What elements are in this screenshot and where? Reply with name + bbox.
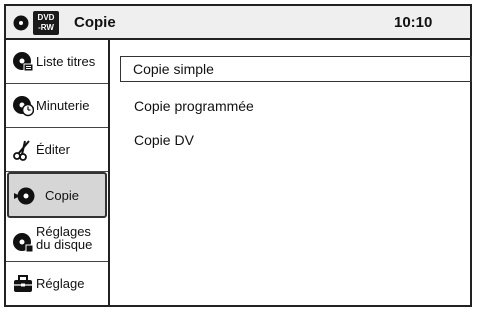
sidebar-item-copie[interactable]: Copie bbox=[7, 172, 107, 218]
sidebar-item-label: Réglages du disque bbox=[36, 225, 92, 251]
menu-item-label: Copie DV bbox=[134, 132, 194, 148]
page-title: Copie bbox=[74, 14, 116, 31]
sidebar-item-label: Copie bbox=[45, 188, 79, 203]
badge-line1: DVD bbox=[37, 13, 55, 22]
timer-icon bbox=[13, 96, 34, 117]
dvd-menu-screen: DVD -RW Copie 10:10 Liste titres Minuter… bbox=[4, 4, 472, 307]
header-bar: DVD -RW Copie 10:10 bbox=[6, 6, 470, 40]
disc-settings-icon bbox=[13, 233, 34, 253]
menu-item-copie-simple[interactable]: Copie simple bbox=[120, 56, 472, 82]
sidebar-item-reglages-du-disque[interactable]: Réglages du disque bbox=[6, 218, 108, 262]
sidebar-item-editer[interactable]: Éditer bbox=[6, 128, 108, 172]
sidebar-item-minuterie[interactable]: Minuterie bbox=[6, 84, 108, 128]
menu-item-copie-programmee[interactable]: Copie programmée bbox=[122, 94, 472, 120]
sidebar-item-liste-titres[interactable]: Liste titres bbox=[6, 40, 108, 84]
badge-line2: -RW bbox=[38, 23, 54, 32]
menu-item-label: Copie programmée bbox=[134, 98, 254, 114]
edit-scissors-icon bbox=[13, 140, 30, 161]
menu-item-label: Copie simple bbox=[133, 61, 214, 77]
disc-icon bbox=[13, 15, 29, 31]
sidebar-item-label: Réglage bbox=[36, 276, 85, 291]
label-line2: du disque bbox=[36, 237, 93, 252]
sidebar-item-label: Minuterie bbox=[36, 98, 90, 113]
sidebar-item-label: Éditer bbox=[36, 142, 70, 157]
sidebar-item-reglage[interactable]: Réglage bbox=[6, 262, 108, 305]
dvd-rw-badge: DVD -RW bbox=[33, 11, 59, 35]
sidebar: Liste titres Minuterie Éditer Copie Régl… bbox=[6, 40, 110, 305]
title-list-icon bbox=[13, 52, 34, 72]
settings-toolbox-icon bbox=[14, 275, 32, 292]
menu-item-copie-dv[interactable]: Copie DV bbox=[122, 128, 472, 154]
sidebar-item-label: Liste titres bbox=[36, 54, 96, 69]
copy-icon bbox=[14, 187, 35, 205]
clock-time: 10:10 bbox=[394, 14, 433, 31]
